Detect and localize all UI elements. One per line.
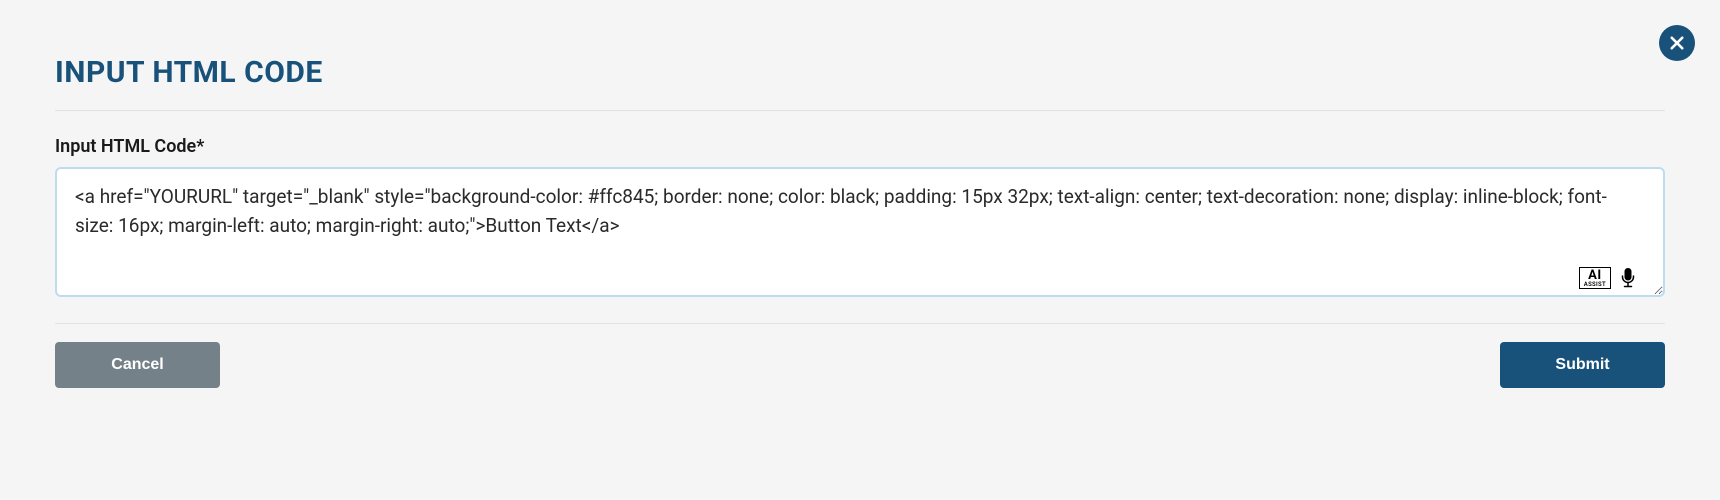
button-row: Cancel Submit [55, 323, 1665, 388]
close-button[interactable] [1659, 25, 1695, 61]
modal-title: INPUT HTML CODE [55, 55, 1665, 90]
divider [55, 110, 1665, 111]
close-icon [1668, 34, 1686, 52]
ai-assist-bottom-label: ASSIST [1584, 282, 1606, 288]
submit-button[interactable]: Submit [1500, 342, 1665, 388]
field-label: Input HTML Code* [55, 136, 1665, 157]
cancel-button[interactable]: Cancel [55, 342, 220, 388]
ai-assist-button[interactable]: AI ASSIST [1579, 267, 1611, 289]
microphone-icon[interactable] [1619, 267, 1637, 289]
html-code-textarea[interactable] [55, 167, 1665, 297]
input-html-modal: INPUT HTML CODE Input HTML Code* AI ASSI… [0, 0, 1720, 418]
textarea-tools: AI ASSIST [1579, 267, 1637, 289]
textarea-wrapper: AI ASSIST [55, 167, 1665, 301]
